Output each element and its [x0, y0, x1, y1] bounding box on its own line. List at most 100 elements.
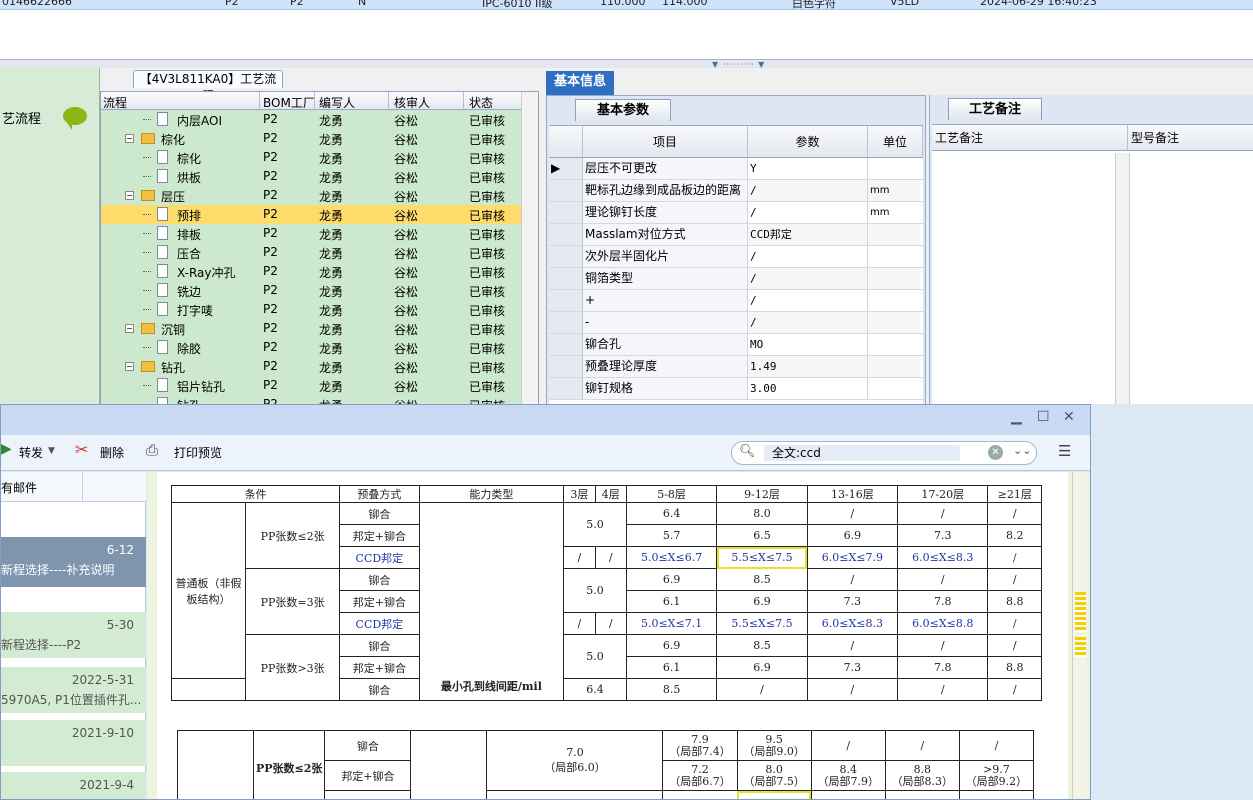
collapse-icon[interactable]: −: [125, 324, 134, 333]
delete-icon[interactable]: ✂: [75, 440, 88, 459]
param-row[interactable]: 铆钉规格 3.00: [549, 378, 923, 400]
row-indicator[interactable]: [549, 312, 583, 333]
tree-row[interactable]: − 棕化 P2 龙勇 谷松 已审核: [101, 129, 521, 148]
param-value[interactable]: Y: [748, 158, 868, 179]
param-item: 靶标孔边缘到成品板边的距离: [583, 180, 748, 201]
tree-row[interactable]: − 钻孔 P2 龙勇 谷松 已审核: [101, 357, 521, 376]
remarks-scrollbar[interactable]: [1115, 153, 1130, 407]
col-model-remark[interactable]: 型号备注: [1128, 125, 1253, 151]
tree-row[interactable]: 除胶 P2 龙勇 谷松 已审核: [101, 338, 521, 357]
mail-titlebar[interactable]: ▁ ☐ ✕: [1, 405, 1090, 435]
row-indicator[interactable]: [549, 334, 583, 355]
col-reviewer[interactable]: 核审人: [394, 94, 430, 111]
top-table-row[interactable]: 0146622666 P2 P2 N IPC-6010 II级 110.000 …: [0, 0, 1253, 10]
search-box[interactable]: 🔍︎ 全文:ccd ✕ ⌄⌄: [731, 441, 1037, 465]
method-cell: CCD邦定: [339, 612, 420, 635]
param-value[interactable]: MO: [748, 334, 868, 355]
maximize-icon[interactable]: ☐: [1037, 409, 1050, 425]
row-indicator[interactable]: [549, 356, 583, 377]
tree-row[interactable]: 排板 P2 龙勇 谷松 已审核: [101, 224, 521, 243]
tree-row[interactable]: 铣边 P2 龙勇 谷松 已审核: [101, 281, 521, 300]
tab-basic-info[interactable]: 基本信息: [546, 71, 614, 95]
tree-row[interactable]: 预排 P2 龙勇 谷松 已审核: [101, 205, 521, 224]
mail-item[interactable]: 6-12 新程选择----补充说明: [1, 537, 146, 587]
tree-tab[interactable]: 【4V3L811KA0】工艺流程: [133, 70, 283, 103]
col-item[interactable]: 项目: [583, 126, 748, 158]
collapse-icon[interactable]: −: [125, 362, 134, 371]
col-process-remark[interactable]: 工艺备注: [932, 125, 1128, 151]
param-value[interactable]: /: [748, 290, 868, 311]
close-icon[interactable]: ✕: [1063, 409, 1075, 425]
param-value[interactable]: 3.00: [748, 378, 868, 399]
param-row[interactable]: + /: [549, 290, 923, 312]
row-indicator[interactable]: [549, 246, 583, 267]
minimize-icon[interactable]: ▁: [1011, 409, 1022, 425]
document-scrollbar[interactable]: [1072, 472, 1087, 799]
search-options-icon[interactable]: ⌄⌄: [1013, 444, 1031, 457]
printer-icon[interactable]: ⎙: [146, 441, 158, 459]
param-value[interactable]: CCD邦定: [748, 224, 868, 245]
tree-row[interactable]: 压合 P2 龙勇 谷松 已审核: [101, 243, 521, 262]
tree-row[interactable]: 铝片钻孔 P2 龙勇 谷松 已审核: [101, 376, 521, 395]
flow-label[interactable]: 艺流程: [2, 108, 41, 127]
collapse-icon[interactable]: −: [125, 191, 134, 200]
forward-dropdown-icon[interactable]: ▼: [48, 446, 55, 456]
param-value[interactable]: /: [748, 312, 868, 333]
search-input[interactable]: 全文:ccd: [764, 445, 960, 461]
tree-row[interactable]: X-Ray冲孔 P2 龙勇 谷松 已审核: [101, 262, 521, 281]
param-value[interactable]: /: [748, 268, 868, 289]
row-indicator[interactable]: [549, 180, 583, 201]
param-row[interactable]: - /: [549, 312, 923, 334]
col-author[interactable]: 编写人: [319, 94, 355, 111]
tree-row[interactable]: 烘板 P2 龙勇 谷松 已审核: [101, 167, 521, 186]
tab-basic-params[interactable]: 基本参数: [575, 99, 671, 121]
tree-scrollbar[interactable]: [521, 92, 538, 405]
process-tree[interactable]: 流程 BOM工厂 编写人 核审人 状态 ▲ 内层AOIP2龙勇谷松已审核−棕化P…: [100, 91, 539, 406]
param-row[interactable]: ▶ 层压不可更改 Y: [549, 158, 923, 180]
param-row[interactable]: 铆合孔 MO: [549, 334, 923, 356]
row-indicator[interactable]: [549, 202, 583, 223]
mail-item[interactable]: 2022-5-31 5970A5, P1位置插件孔...: [1, 667, 146, 713]
col-status[interactable]: 状态: [469, 94, 493, 111]
mail-item[interactable]: 5-30 新程选择----P2: [1, 612, 146, 658]
param-value[interactable]: /: [748, 202, 868, 223]
param-row[interactable]: 预叠理论厚度 1.49: [549, 356, 923, 378]
tree-row[interactable]: − 沉铜 P2 龙勇 谷松 已审核: [101, 319, 521, 338]
tree-row[interactable]: 内层AOI P2 龙勇 谷松 已审核: [101, 110, 521, 129]
forward-button[interactable]: 转发: [19, 444, 43, 461]
row-indicator[interactable]: ▶: [549, 158, 583, 179]
tree-row[interactable]: 棕化 P2 龙勇 谷松 已审核: [101, 148, 521, 167]
tree-row[interactable]: − 层压 P2 龙勇 谷松 已审核: [101, 186, 521, 205]
print-preview-button[interactable]: 打印预览: [174, 444, 222, 461]
chat-bubble-icon[interactable]: [63, 107, 87, 130]
grid-corner[interactable]: [549, 126, 583, 158]
param-row[interactable]: 铜箔类型 /: [549, 268, 923, 290]
clear-search-icon[interactable]: ✕: [988, 445, 1003, 460]
param-row[interactable]: 理论铆钉长度 / mm: [549, 202, 923, 224]
param-row[interactable]: 次外层半固化片 /: [549, 246, 923, 268]
row-indicator[interactable]: [549, 224, 583, 245]
col-flow[interactable]: 流程: [103, 94, 127, 111]
forward-icon[interactable]: ▶: [1, 441, 12, 457]
list-view-icon[interactable]: ☰: [1058, 442, 1071, 460]
row-indicator[interactable]: [549, 290, 583, 311]
param-value[interactable]: 1.49: [748, 356, 868, 377]
mail-item[interactable]: 2021-9-4: [1, 772, 146, 799]
collapse-icon[interactable]: −: [125, 134, 134, 143]
mail-item[interactable]: 2021-9-10: [1, 720, 146, 766]
splitter-grip-icon[interactable]: ▼ ········· ▼: [712, 60, 765, 69]
list-header[interactable]: 有邮件: [1, 479, 37, 496]
param-value[interactable]: /: [748, 246, 868, 267]
tree-row[interactable]: 打字唛 P2 龙勇 谷松 已审核: [101, 300, 521, 319]
param-row[interactable]: 靶标孔边缘到成品板边的距离 / mm: [549, 180, 923, 202]
row-indicator[interactable]: [549, 268, 583, 289]
col-param[interactable]: 参数: [748, 126, 868, 158]
tab-process-remarks[interactable]: 工艺备注: [948, 98, 1042, 120]
param-value[interactable]: /: [748, 180, 868, 201]
param-row[interactable]: Masslam对位方式 CCD邦定: [549, 224, 923, 246]
row-indicator[interactable]: [549, 378, 583, 399]
col-unit[interactable]: 单位: [868, 126, 923, 158]
splitter[interactable]: ▼ ········· ▼: [0, 60, 1253, 69]
col-factory[interactable]: BOM工厂: [263, 94, 315, 111]
delete-button[interactable]: 删除: [100, 444, 124, 461]
